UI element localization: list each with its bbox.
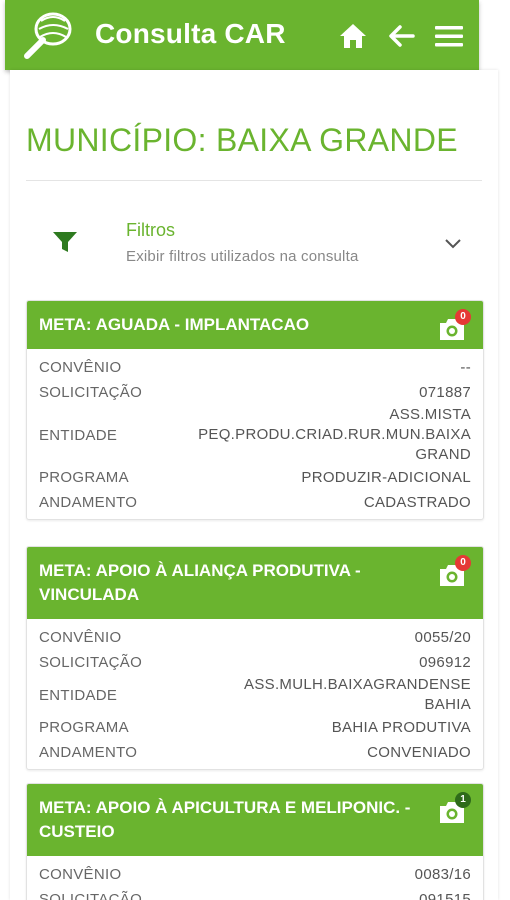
convenio-row: CONVÊNIO 0055/20 <box>39 625 471 650</box>
solicitacao-row: SOLICITAÇÃO 091515 <box>39 887 471 900</box>
meta-card[interactable]: META: AGUADA - IMPLANTACAO 0 CONVÊNIO -- … <box>26 300 484 520</box>
chevron-down-icon[interactable] <box>444 238 462 250</box>
entidade-row: ENTIDADE ASS.MULH.BAIXAGRANDENSE BAHIA <box>39 675 471 715</box>
photos-button[interactable]: 1 <box>437 792 471 828</box>
meta-card[interactable]: META: APOIO À APICULTURA E MELIPONIC. - … <box>26 783 484 900</box>
solicitacao-value: 096912 <box>419 653 471 671</box>
filter-icon <box>53 232 77 252</box>
page-title: MUNICÍPIO: BAIXA GRANDE <box>26 122 458 158</box>
andamento-row: ANDAMENTO CONVENIADO <box>39 740 471 765</box>
solicitacao-value: 091515 <box>419 890 471 900</box>
filters-panel[interactable]: Filtros Exibir filtros utilizados na con… <box>26 210 482 270</box>
solicitacao-value: 071887 <box>419 383 471 401</box>
filters-subtitle: Exibir filtros utilizados na consulta <box>126 248 359 265</box>
meta-card[interactable]: META: APOIO À ALIANÇA PRODUTIVA - VINCUL… <box>26 546 484 770</box>
programa-label: PROGRAMA <box>39 719 129 736</box>
solicitacao-label: SOLICITAÇÃO <box>39 384 143 401</box>
divider <box>26 180 482 181</box>
solicitacao-row: SOLICITAÇÃO 096912 <box>39 650 471 675</box>
back-button[interactable] <box>385 20 417 52</box>
arrow-left-icon <box>389 25 415 47</box>
convenio-label: CONVÊNIO <box>39 866 122 883</box>
andamento-value: CONVENIADO <box>367 743 471 761</box>
card-title: META: APOIO À ALIANÇA PRODUTIVA - VINCUL… <box>39 561 361 604</box>
convenio-value: 0055/20 <box>414 628 471 646</box>
solicitacao-label: SOLICITAÇÃO <box>39 654 143 671</box>
convenio-label: CONVÊNIO <box>39 359 122 376</box>
entidade-value: ASS.MULH.BAIXAGRANDENSE BAHIA <box>244 676 471 713</box>
card-header: META: APOIO À APICULTURA E MELIPONIC. - … <box>27 784 483 856</box>
photos-button[interactable]: 0 <box>437 555 471 591</box>
programa-value: PRODUZIR-ADICIONAL <box>301 468 471 486</box>
card-header: META: AGUADA - IMPLANTACAO 0 <box>27 301 483 349</box>
entidade-row: ENTIDADE ASS.MISTA PEQ.PRODU.CRIAD.RUR.MU… <box>39 405 471 465</box>
entidade-value: ASS.MISTA PEQ.PRODU.CRIAD.RUR.MUN.BAIXA … <box>198 406 471 463</box>
filters-title: Filtros <box>126 220 175 240</box>
app-bar: Consulta CAR <box>5 0 479 70</box>
photo-count-badge: 0 <box>455 309 471 325</box>
programa-label: PROGRAMA <box>39 469 129 486</box>
convenio-row: CONVÊNIO 0083/16 <box>39 862 471 887</box>
photo-count-badge: 1 <box>455 792 471 808</box>
convenio-value: -- <box>460 358 471 376</box>
andamento-value: CADASTRADO <box>363 493 471 511</box>
convenio-row: CONVÊNIO -- <box>39 355 471 380</box>
card-title: META: APOIO À APICULTURA E MELIPONIC. - … <box>39 798 411 841</box>
solicitacao-row: SOLICITAÇÃO 071887 <box>39 380 471 405</box>
convenio-label: CONVÊNIO <box>39 629 122 646</box>
app-logo-icon <box>24 12 72 59</box>
card-header: META: APOIO À ALIANÇA PRODUTIVA - VINCUL… <box>27 547 483 619</box>
hamburger-menu-icon <box>435 26 463 47</box>
programa-row: PROGRAMA PRODUZIR-ADICIONAL <box>39 465 471 490</box>
menu-button[interactable] <box>433 20 465 52</box>
photos-button[interactable]: 0 <box>437 309 471 345</box>
solicitacao-label: SOLICITAÇÃO <box>39 891 143 900</box>
home-icon <box>340 24 366 48</box>
card-title: META: AGUADA - IMPLANTACAO <box>39 315 310 334</box>
programa-row: PROGRAMA BAHIA PRODUTIVA <box>39 715 471 740</box>
programa-value: BAHIA PRODUTIVA <box>331 718 471 736</box>
app-title: Consulta CAR <box>95 18 286 49</box>
andamento-label: ANDAMENTO <box>39 494 138 511</box>
entidade-label: ENTIDADE <box>39 426 118 444</box>
andamento-label: ANDAMENTO <box>39 744 138 761</box>
andamento-row: ANDAMENTO CADASTRADO <box>39 490 471 515</box>
entidade-label: ENTIDADE <box>39 686 118 704</box>
convenio-value: 0083/16 <box>414 865 471 883</box>
photo-count-badge: 0 <box>455 555 471 571</box>
main-content: MUNICÍPIO: BAIXA GRANDE Filtros Exibir f… <box>10 70 498 900</box>
home-button[interactable] <box>337 20 369 52</box>
